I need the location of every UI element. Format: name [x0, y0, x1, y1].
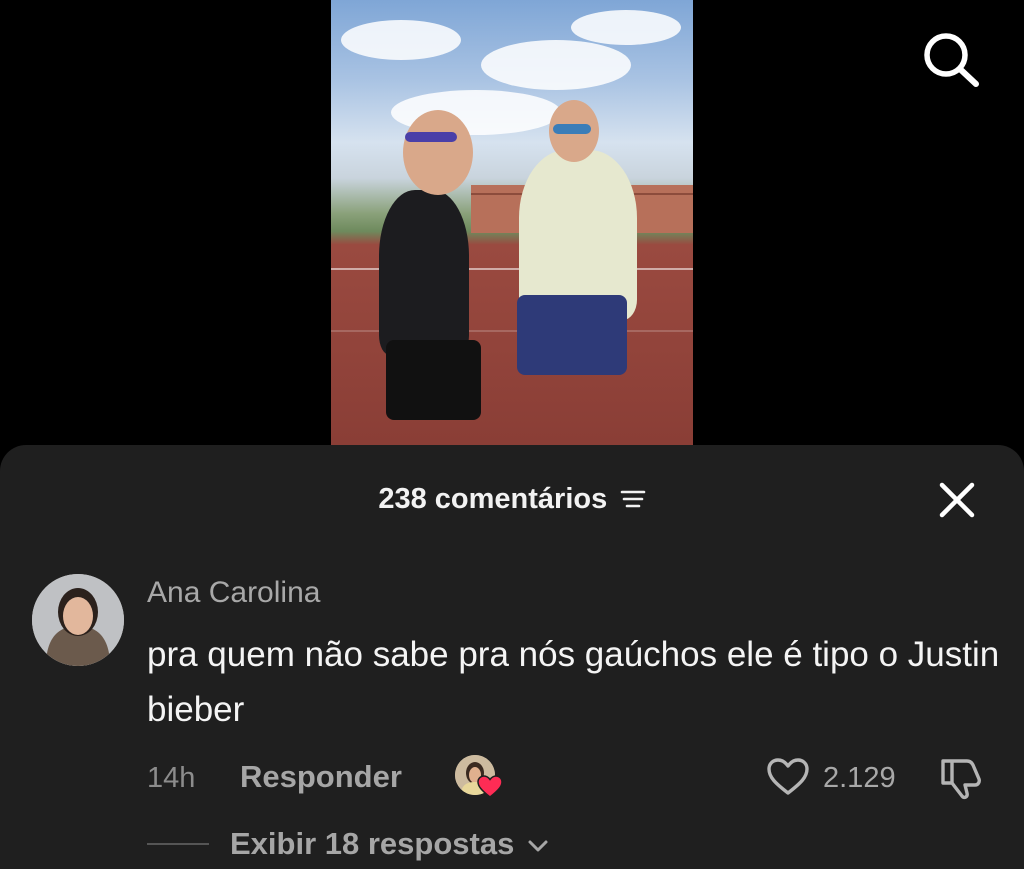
close-icon	[939, 482, 975, 518]
dislike-button[interactable]	[937, 755, 985, 801]
chevron-down-icon	[528, 840, 548, 852]
comments-count-title: 238 comentários	[378, 483, 608, 515]
comments-header: 238 comentários	[0, 477, 1024, 521]
avatar-image	[32, 574, 124, 666]
like-button[interactable]	[766, 757, 810, 797]
person-woman-head	[403, 110, 473, 195]
video-area[interactable]	[0, 0, 1024, 445]
close-button[interactable]	[934, 477, 980, 523]
sort-lines-icon[interactable]	[620, 488, 646, 510]
sunglasses	[405, 132, 457, 142]
view-replies-button[interactable]: Exibir 18 respostas	[230, 823, 549, 865]
comment-author[interactable]: Ana Carolina	[147, 573, 320, 613]
thumbs-down-icon	[941, 759, 981, 800]
person-woman-shorts	[386, 340, 481, 420]
reply-button[interactable]: Responder	[240, 757, 402, 797]
search-icon	[924, 33, 979, 87]
cloud	[571, 10, 681, 45]
sunglasses	[553, 124, 591, 134]
creator-liked-badge	[455, 755, 507, 801]
person-woman	[379, 190, 469, 355]
avatar[interactable]	[32, 574, 124, 666]
comment-time: 14h	[147, 762, 196, 794]
view-replies-label: Exibir 18 respostas	[230, 826, 515, 861]
cloud	[481, 40, 631, 90]
search-button[interactable]	[920, 30, 982, 88]
comments-sheet: 238 comentários Ana Carolina pra quem nã…	[0, 445, 1024, 869]
replies-divider	[147, 843, 209, 845]
cloud	[341, 20, 461, 60]
person-man-shorts	[517, 295, 627, 375]
heart-outline-icon	[767, 758, 809, 795]
creator-heart-icon	[477, 775, 503, 798]
video-frame[interactable]	[331, 0, 693, 445]
comment-text: pra quem não sabe pra nós gaúchos ele é …	[147, 635, 1000, 729]
like-count: 2.129	[823, 762, 896, 794]
